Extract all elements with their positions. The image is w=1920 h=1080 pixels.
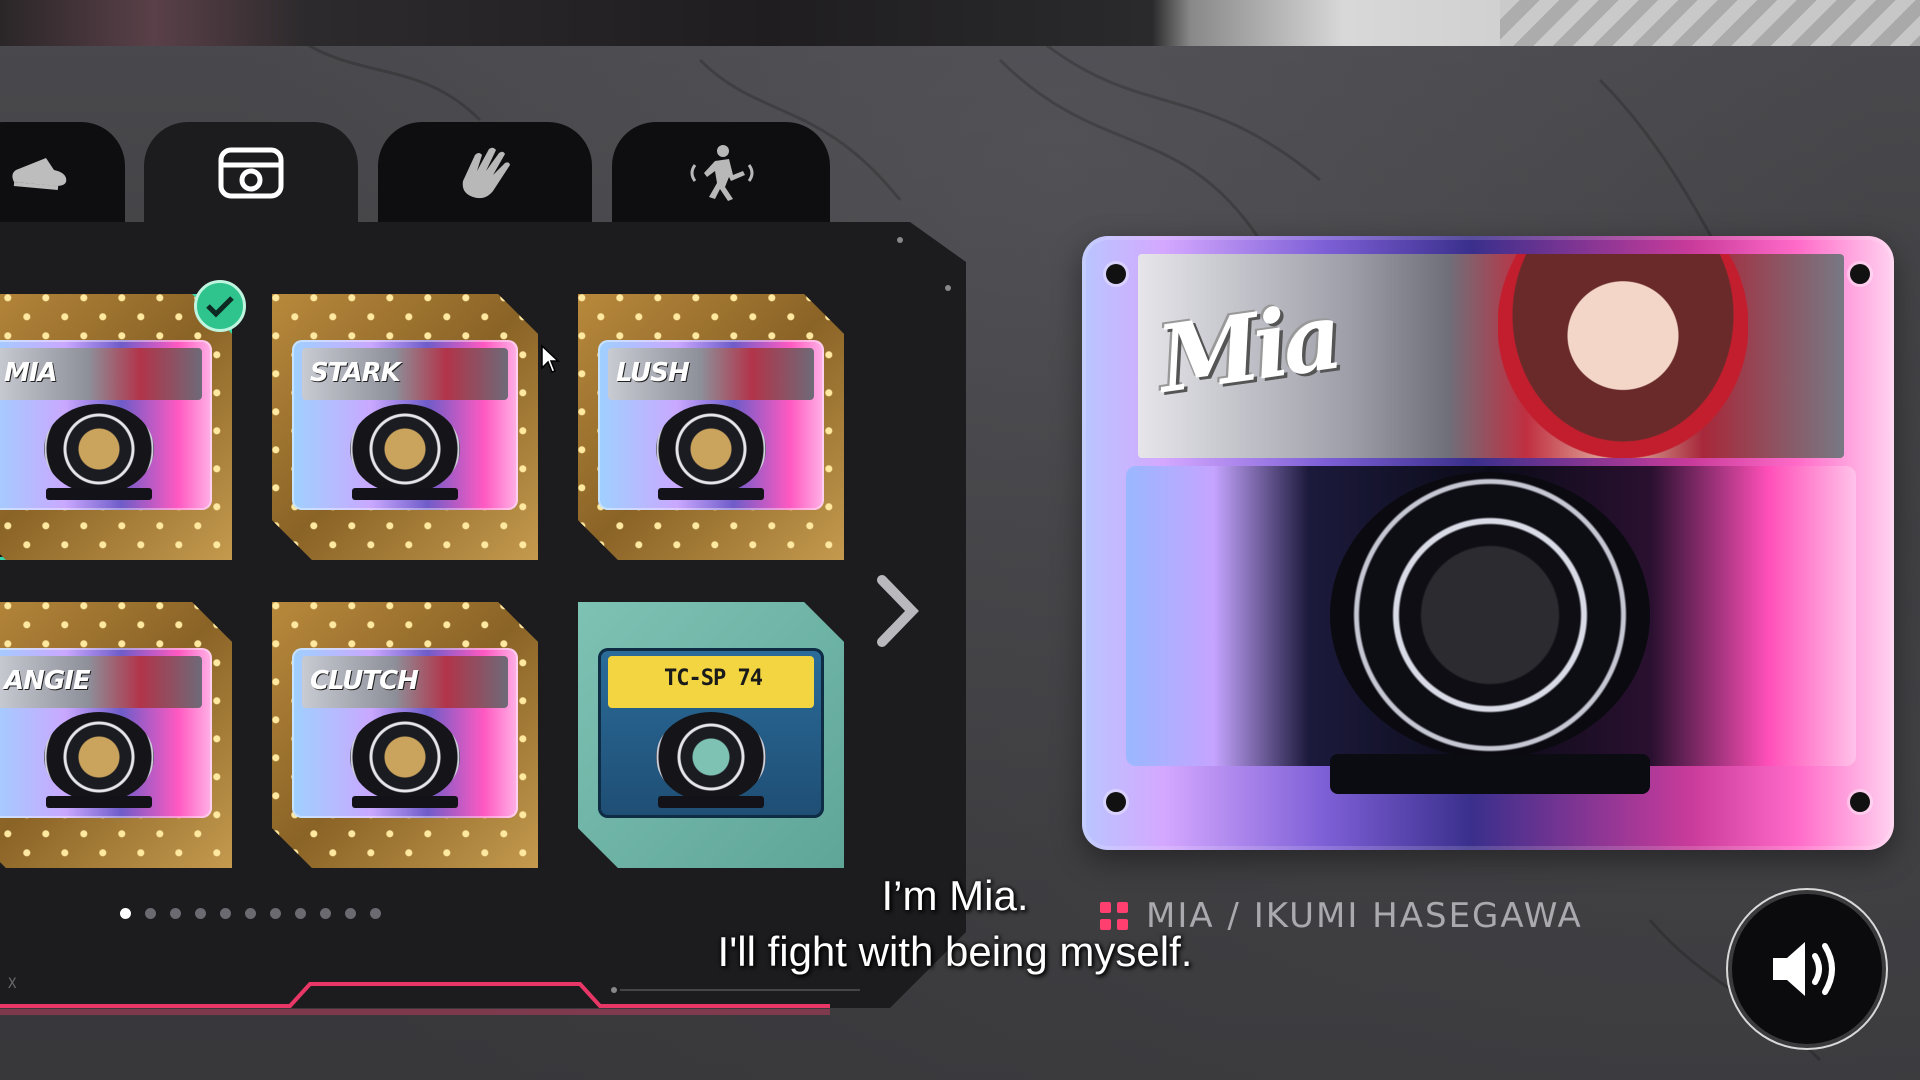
glove-icon [462, 147, 510, 199]
page-dot[interactable] [345, 908, 356, 919]
tape-label: LUSH [608, 348, 814, 400]
subtitle: I’m Mia. I'll fight with being myself. [620, 868, 1290, 980]
subtitle-line-1: I’m Mia. [881, 872, 1029, 919]
subtitle-line-2: I'll fight with being myself. [717, 928, 1193, 975]
cassette-card-stark[interactable]: STARK [272, 294, 538, 560]
cassette-card-lush[interactable]: LUSH [578, 294, 844, 560]
page-dot[interactable] [170, 908, 181, 919]
tape-reel [656, 404, 766, 494]
tape-stand [352, 796, 458, 808]
cassette-card-clutch[interactable]: CLUTCH [272, 602, 538, 868]
card-label: MIA [4, 358, 58, 388]
game-screen: { "tabs": [ {"id": "shoes", "icon": "sne… [0, 0, 1920, 1080]
preview-stand [1330, 754, 1650, 794]
tape-stand [658, 796, 764, 808]
cassette-icon [218, 147, 284, 199]
hazard-stripes [1500, 0, 1920, 46]
panel-glow-edge [0, 982, 830, 1015]
page-dot[interactable] [120, 908, 131, 919]
tape-reel [656, 712, 766, 802]
card-label: ANGIE [4, 666, 91, 696]
page-indicator [120, 908, 381, 919]
tab-gloves[interactable] [378, 122, 592, 224]
cassette-card-mia[interactable]: MIA [0, 294, 232, 560]
voice-playback-button[interactable] [1732, 894, 1882, 1044]
tab-cassette[interactable] [144, 122, 358, 224]
page-dot[interactable] [295, 908, 306, 919]
tape-stand [46, 796, 152, 808]
preview-artwork: Mia [1138, 254, 1844, 458]
cassette-tape: TC-SP 74 [598, 648, 824, 818]
cassette-card-angie[interactable]: ANGIE [0, 602, 232, 868]
page-dot[interactable] [245, 908, 256, 919]
tape-label: MIA [0, 348, 202, 400]
cassette-tape: STARK [292, 340, 518, 510]
card-label: CLUTCH [310, 666, 419, 696]
preview-reel [1330, 472, 1650, 758]
page-dot[interactable] [320, 908, 331, 919]
page-dot[interactable] [270, 908, 281, 919]
screw-hole [1106, 264, 1126, 284]
card-label: TC-SP 74 [664, 666, 763, 691]
tab-shoes[interactable] [0, 122, 125, 224]
tab-emote[interactable] [612, 122, 830, 224]
card-label: LUSH [616, 358, 690, 388]
page-dot[interactable] [195, 908, 206, 919]
speaker-icon [1773, 942, 1835, 996]
tape-stand [46, 488, 152, 500]
sneaker-icon [11, 158, 66, 190]
cassette-card-tc-sp74[interactable]: TC-SP 74 [578, 602, 844, 868]
dancing-figure-icon [690, 145, 754, 201]
cassette-preview: Mia [1082, 236, 1894, 850]
preview-graffiti-text: Mia [1151, 282, 1344, 414]
screw-hole [1850, 792, 1870, 812]
tape-reel [350, 712, 460, 802]
tape-label: TC-SP 74 [608, 656, 814, 708]
cassette-tape: ANGIE [0, 648, 212, 818]
page-dot[interactable] [145, 908, 156, 919]
tape-reel [44, 404, 154, 494]
next-page-chevron-icon[interactable] [872, 574, 922, 648]
mouse-cursor-icon [541, 344, 560, 373]
cassette-tape: LUSH [598, 340, 824, 510]
tape-label: CLUTCH [302, 656, 508, 708]
corner-mark: X [8, 976, 17, 992]
tape-reel [44, 712, 154, 802]
screw-hole [1106, 792, 1126, 812]
tape-reel [350, 404, 460, 494]
screw-hole [1850, 264, 1870, 284]
cassette-tape: CLUTCH [292, 648, 518, 818]
cassette-tape: MIA [0, 340, 212, 510]
character-portrait [1498, 254, 1748, 458]
page-dot[interactable] [370, 908, 381, 919]
tape-label: ANGIE [0, 656, 202, 708]
card-label: STARK [310, 358, 401, 388]
tape-label: STARK [302, 348, 508, 400]
top-banner [0, 0, 1920, 46]
page-dot[interactable] [220, 908, 231, 919]
tape-stand [658, 488, 764, 500]
tape-stand [352, 488, 458, 500]
selected-check-icon [194, 280, 246, 332]
